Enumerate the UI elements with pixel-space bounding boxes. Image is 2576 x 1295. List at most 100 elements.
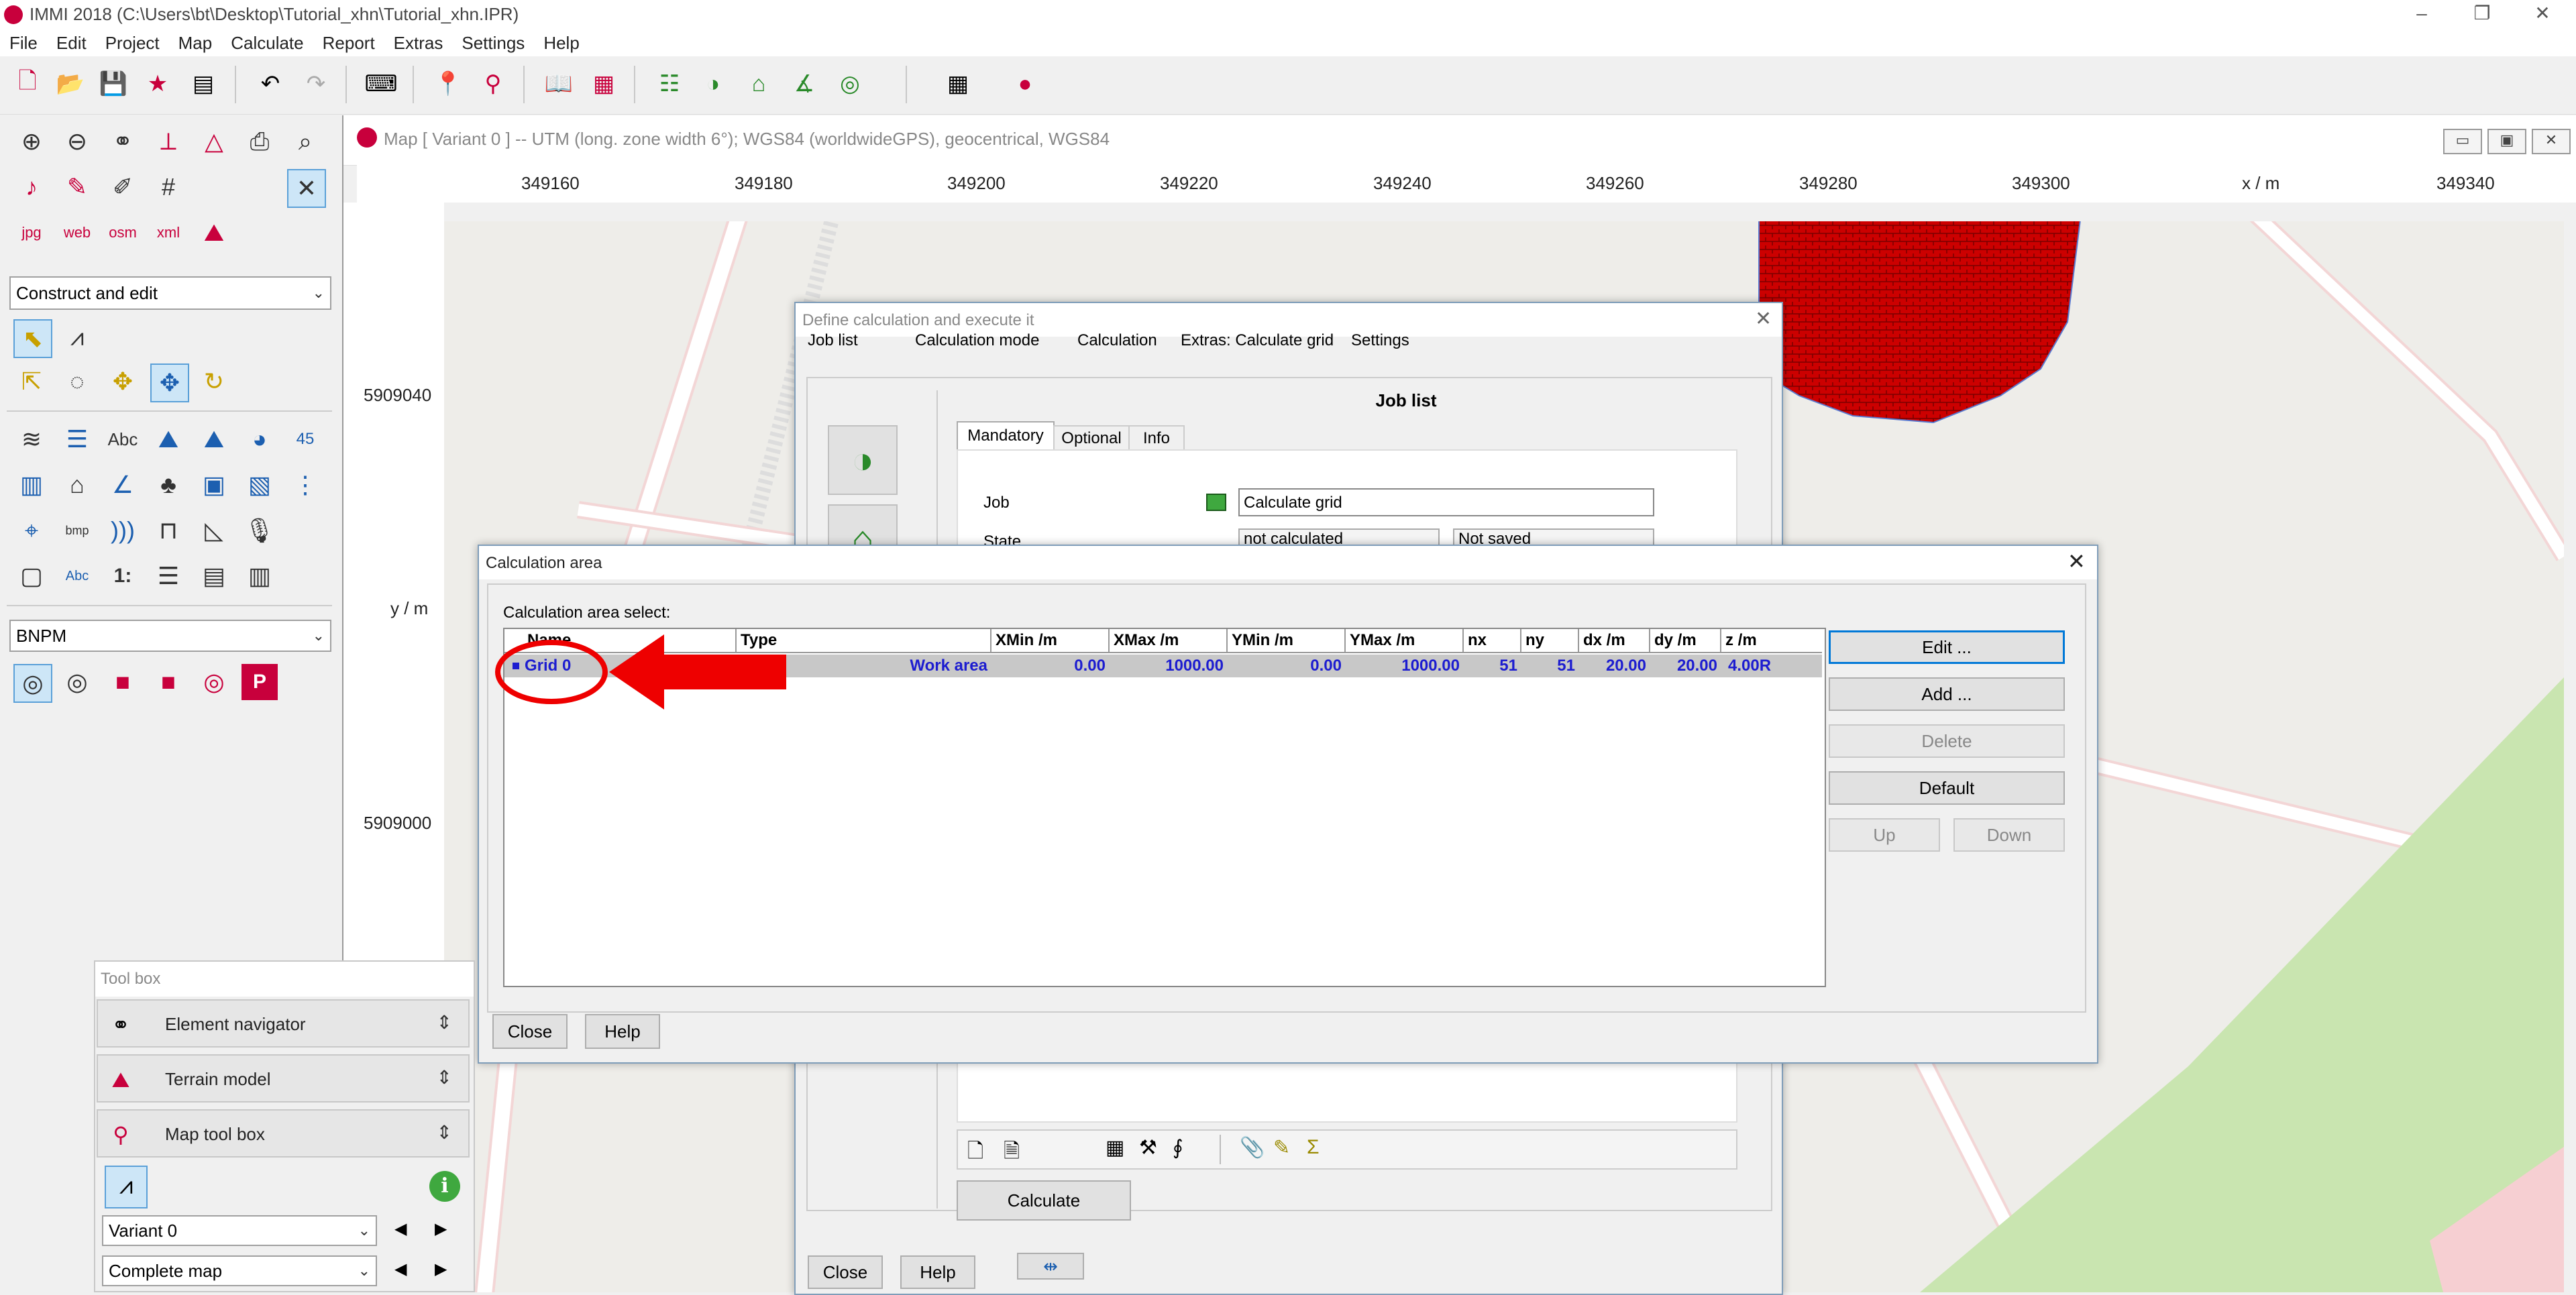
book-icon[interactable]: 📖 bbox=[543, 68, 574, 99]
zoom-out-icon[interactable]: ⊖ bbox=[59, 123, 95, 160]
col-ymax[interactable]: YMax /m bbox=[1346, 629, 1464, 653]
bmp-icon[interactable]: bmp bbox=[59, 512, 95, 549]
map-minimize-button[interactable]: ▭ bbox=[2443, 129, 2482, 154]
copy-job-icon[interactable]: 🗎 bbox=[1004, 1136, 1020, 1170]
draw-area-icon[interactable]: △ bbox=[196, 123, 232, 160]
map-maximize-button[interactable]: ▣ bbox=[2487, 129, 2526, 154]
traffic-light-icon[interactable]: ⋮ bbox=[287, 467, 323, 503]
immi-logo-icon[interactable]: ● bbox=[1010, 68, 1040, 99]
menu-file[interactable]: File bbox=[0, 30, 47, 56]
tab-info[interactable]: Info bbox=[1128, 425, 1185, 451]
tab-mandatory[interactable]: Mandatory bbox=[957, 421, 1055, 451]
point-source-icon[interactable]: ◎ bbox=[196, 664, 232, 700]
lasso-icon[interactable]: ◌ bbox=[59, 363, 95, 400]
favorite-icon[interactable]: ★ bbox=[142, 68, 173, 99]
info-icon[interactable]: i bbox=[429, 1171, 460, 1202]
map-tool-box-row[interactable]: ⚲ Map tool box ⇕ bbox=[97, 1109, 470, 1158]
tools-icon[interactable]: ⚒ bbox=[1139, 1136, 1157, 1160]
help-button[interactable]: Help bbox=[585, 1014, 660, 1049]
down-button[interactable]: Down bbox=[1953, 818, 2065, 852]
car-icon[interactable]: ■ bbox=[105, 664, 141, 700]
list-icon[interactable]: ☰ bbox=[150, 558, 186, 594]
receiver-ring-icon[interactable]: ◎ bbox=[59, 664, 95, 700]
sector-icon[interactable]: ◕ bbox=[241, 421, 278, 457]
move-points-icon[interactable]: ✥ bbox=[150, 363, 189, 402]
pen-icon[interactable]: ✎ bbox=[59, 169, 95, 205]
open-project-icon[interactable]: 📂 bbox=[55, 68, 86, 99]
sum-icon[interactable]: Σ bbox=[1307, 1136, 1320, 1159]
rotate-icon[interactable]: ↻ bbox=[196, 363, 232, 400]
ruler-triangle-icon[interactable]: ◺ bbox=[196, 512, 232, 549]
select-pointer-icon[interactable]: ⬉ bbox=[13, 319, 52, 358]
mode-select[interactable]: Construct and edit ⌄ bbox=[9, 276, 331, 310]
select-edit-icon[interactable]: ⩘ bbox=[59, 319, 95, 355]
grid-circle-icon[interactable]: ◑ bbox=[828, 425, 898, 495]
columns-icon[interactable]: ▥ bbox=[241, 558, 278, 594]
next-variant-icon[interactable]: ▶ bbox=[435, 1219, 447, 1239]
new-job-icon[interactable]: 🗋 bbox=[967, 1136, 983, 1170]
web-pin-icon[interactable]: web bbox=[59, 215, 95, 251]
wifi-icon[interactable]: ))) bbox=[105, 512, 141, 549]
move-icon[interactable]: ✥ bbox=[105, 363, 141, 400]
print-icon[interactable]: ⎙ bbox=[241, 123, 278, 160]
map-close-button[interactable]: ✕ bbox=[2532, 129, 2571, 154]
close-icon[interactable]: ✕ bbox=[1755, 307, 1772, 331]
receiver-point-icon[interactable]: ◎ bbox=[13, 664, 52, 703]
redo-icon[interactable]: ↷ bbox=[301, 68, 331, 99]
prev-scope-icon[interactable]: ◀ bbox=[394, 1259, 407, 1279]
angle-measure-icon[interactable]: ∡ bbox=[789, 68, 820, 99]
close-button[interactable]: Close bbox=[808, 1255, 883, 1289]
layer-select[interactable]: BNPM ⌄ bbox=[9, 620, 331, 652]
prev-variant-icon[interactable]: ◀ bbox=[394, 1219, 407, 1239]
measure-icon[interactable]: ⟂ bbox=[150, 123, 186, 160]
tab-optional[interactable]: Optional bbox=[1053, 425, 1130, 451]
map-pin-edit-icon[interactable]: ⚲ bbox=[478, 68, 508, 99]
col-dx[interactable]: dx /m bbox=[1579, 629, 1650, 653]
col-z[interactable]: z /m bbox=[1721, 629, 1822, 653]
default-button[interactable]: Default bbox=[1829, 771, 2065, 805]
menu-report[interactable]: Report bbox=[313, 30, 384, 56]
job-field[interactable]: Calculate grid bbox=[1238, 488, 1654, 516]
calculator-icon[interactable]: ▦ bbox=[943, 68, 973, 99]
jpg-pin-icon[interactable]: jpg bbox=[13, 215, 50, 251]
variant-select[interactable]: Variant 0 ⌄ bbox=[102, 1215, 377, 1246]
microphone-icon[interactable]: 🎙 bbox=[241, 512, 278, 549]
menu-job-list[interactable]: Job list bbox=[808, 331, 858, 350]
osm-pin-icon[interactable]: osm bbox=[105, 215, 141, 251]
menu-calculation[interactable]: Calculation bbox=[1077, 331, 1157, 350]
col-ny[interactable]: ny bbox=[1521, 629, 1579, 653]
undo-icon[interactable]: ↶ bbox=[255, 68, 286, 99]
col-ymin[interactable]: YMin /m bbox=[1228, 629, 1346, 653]
save-project-icon[interactable]: 💾 bbox=[98, 68, 129, 99]
select-edit-icon[interactable]: ⩘ bbox=[105, 1166, 148, 1208]
xml-pin-icon[interactable]: xml bbox=[150, 215, 186, 251]
col-dy[interactable]: dy /m bbox=[1650, 629, 1721, 653]
facade-icon[interactable]: ▣ bbox=[196, 467, 232, 503]
edit-button[interactable]: Edit ... bbox=[1829, 630, 2065, 664]
restore-button[interactable]: ❐ bbox=[2455, 0, 2509, 30]
menu-edit[interactable]: Edit bbox=[47, 30, 96, 56]
binoculars-icon[interactable]: ⚭ bbox=[105, 123, 141, 160]
crane-icon[interactable]: ⊓ bbox=[150, 512, 186, 549]
grid-circle-icon[interactable]: ◑ bbox=[698, 68, 729, 99]
next-scope-icon[interactable]: ▶ bbox=[435, 1259, 447, 1279]
element-navigator-row[interactable]: ⚭ Element navigator ⇕ bbox=[97, 999, 470, 1048]
close-icon[interactable]: ✕ bbox=[2068, 549, 2086, 574]
menu-extras-calculate-grid[interactable]: Extras: Calculate grid bbox=[1181, 331, 1334, 350]
barrier-icon[interactable]: ∠ bbox=[105, 467, 141, 503]
house-icon[interactable]: ⌂ bbox=[743, 68, 774, 99]
calculate-button[interactable]: Calculate bbox=[957, 1180, 1131, 1221]
map-pin-icon[interactable]: 📍 bbox=[433, 68, 464, 99]
calculator-icon[interactable]: ▦ bbox=[1106, 1136, 1124, 1160]
keyboard-icon[interactable]: ⌨ bbox=[364, 68, 397, 99]
formula-icon[interactable]: ∮ bbox=[1173, 1136, 1183, 1160]
menu-settings[interactable]: Settings bbox=[1351, 331, 1409, 350]
frame-icon[interactable]: ▢ bbox=[13, 558, 50, 594]
menu-calculation-mode[interactable]: Calculation mode bbox=[915, 331, 1039, 350]
report-table-icon[interactable]: ▦ bbox=[588, 68, 619, 99]
col-xmax[interactable]: XMax /m bbox=[1110, 629, 1228, 653]
menu-settings[interactable]: Settings bbox=[452, 30, 534, 56]
area-hatch-icon[interactable]: ▧ bbox=[241, 467, 278, 503]
terrain-lines-icon[interactable]: ⛰ bbox=[150, 421, 186, 457]
minimize-button[interactable]: – bbox=[2395, 0, 2449, 30]
